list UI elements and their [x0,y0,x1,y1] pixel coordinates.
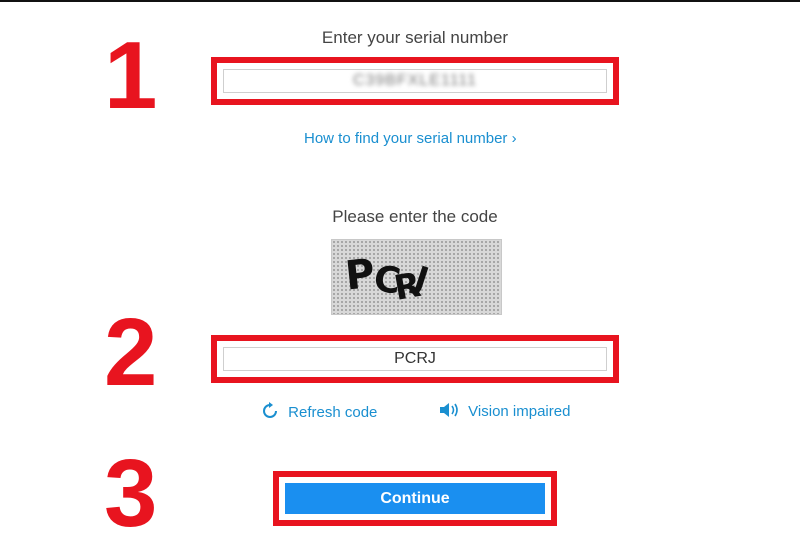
captcha-highlight: PCRJ [211,335,619,383]
serial-number-highlight: C39BFXLE1111 [211,57,619,105]
step-number-3: 3 [104,440,157,547]
serial-number-input[interactable]: C39BFXLE1111 [223,69,607,93]
serial-number-label: Enter your serial number [321,28,509,47]
continue-button[interactable]: Continue [285,483,545,514]
captcha-label: Please enter the code [332,207,498,226]
refresh-code-label: Refresh code [288,404,378,421]
captcha-glyphs: P C R J [343,251,433,309]
top-border [0,0,800,2]
captcha-input-value: PCRJ [394,350,436,367]
refresh-code-link[interactable]: Refresh code [260,401,377,425]
speaker-icon [438,401,460,423]
captcha-input[interactable]: PCRJ [223,347,607,371]
step-number-2: 2 [104,299,157,406]
vision-impaired-link[interactable]: Vision impaired [438,401,570,423]
continue-highlight: Continue [273,471,557,526]
refresh-icon [260,401,280,425]
captcha-image: P C R J [331,239,502,315]
serial-number-value: C39BFXLE1111 [352,72,478,89]
find-serial-number-link[interactable]: How to find your serial number › [304,130,517,147]
vision-impaired-label: Vision impaired [468,403,571,420]
